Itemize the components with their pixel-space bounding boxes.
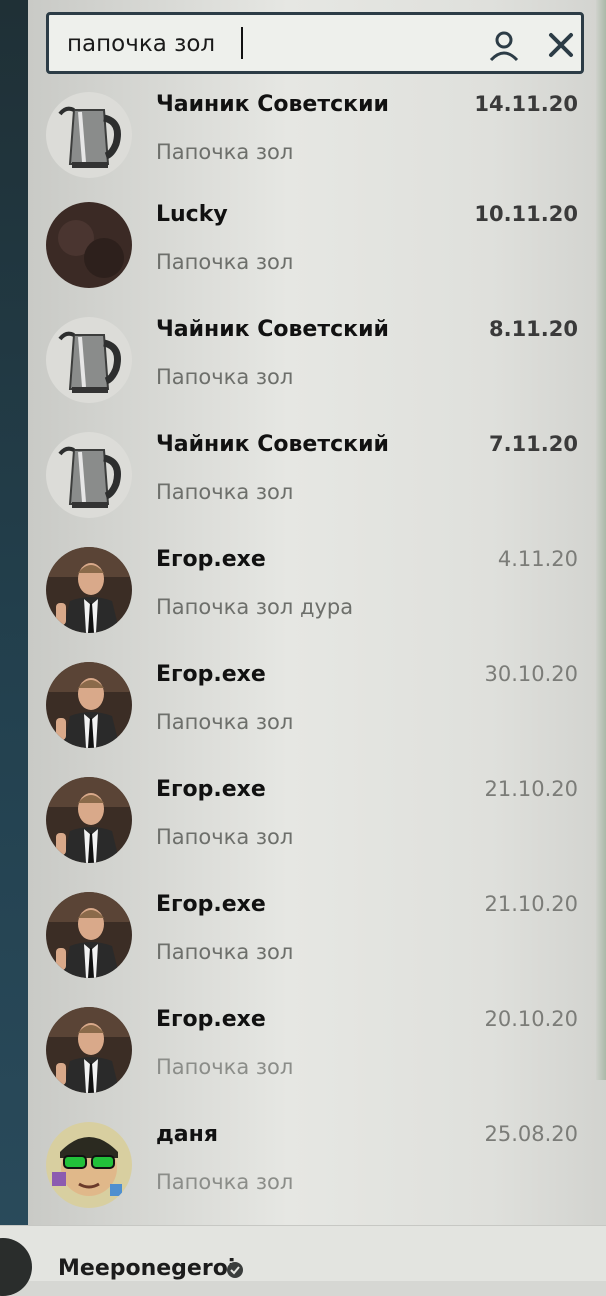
message-date: 25.08.20 — [484, 1122, 578, 1146]
avatar[interactable] — [46, 662, 132, 748]
chat-name: Егор.exe — [156, 662, 266, 687]
avatar[interactable] — [46, 92, 132, 178]
man-avatar-icon — [46, 777, 132, 863]
message-preview: Папочка зол — [156, 825, 294, 849]
list-item[interactable]: Егор.exe 20.10.20 Папочка зол — [28, 995, 606, 1110]
message-date: 14.11.20 — [474, 92, 578, 116]
list-item[interactable]: Чайник Советский 8.11.20 Папочка зол — [28, 305, 606, 420]
avatar[interactable] — [46, 892, 132, 978]
kettle-avatar-icon — [46, 92, 132, 178]
message-preview: Папочка зол — [156, 250, 294, 274]
list-item[interactable]: Егор.exe 21.10.20 Папочка зол — [28, 880, 606, 995]
close-icon[interactable] — [543, 27, 579, 63]
chat-name: Егор.exe — [156, 777, 266, 802]
man-avatar-icon — [46, 1007, 132, 1093]
man-avatar-icon — [46, 892, 132, 978]
chat-name: Чайник Советский — [156, 317, 389, 342]
message-preview: Папочка зол — [156, 480, 294, 504]
chat-name: Чайник Советский — [156, 432, 389, 457]
message-preview: Папочка зол — [156, 710, 294, 734]
message-date: 21.10.20 — [484, 892, 578, 916]
man-avatar-icon — [46, 662, 132, 748]
account-name: Meeponegeroi — [58, 1256, 236, 1281]
chat-name: Lucky — [156, 202, 228, 227]
list-item[interactable]: Егор.exe 30.10.20 Папочка зол — [28, 650, 606, 765]
text-caret — [241, 27, 243, 59]
message-preview: Папочка зол дура — [156, 595, 354, 619]
avatar[interactable] — [46, 547, 132, 633]
message-date: 20.10.20 — [484, 1007, 578, 1031]
message-preview: Папочка зол — [156, 1170, 294, 1194]
list-item[interactable]: Егор.exe 4.11.20 Папочка зол дура — [28, 535, 606, 650]
account-bar[interactable]: Meeponegeroi — [0, 1225, 606, 1296]
list-item[interactable]: даня 25.08.20 Папочка зол — [28, 1110, 606, 1225]
list-item[interactable]: Егор.exe 21.10.20 Папочка зол — [28, 765, 606, 880]
message-preview: Папочка зол — [156, 940, 294, 964]
person-icon[interactable] — [487, 29, 521, 63]
sidebar-strip — [0, 0, 28, 1280]
dark-avatar-icon — [46, 202, 132, 288]
message-preview: Папочка зол — [156, 365, 294, 389]
message-date: 4.11.20 — [497, 547, 578, 571]
message-date: 10.11.20 — [474, 202, 578, 226]
list-item[interactable]: Чаиник Советскии 14.11.20 Папочка зол — [28, 80, 606, 190]
chat-name: Егор.exe — [156, 547, 266, 572]
chat-name: Егор.exe — [156, 1007, 266, 1032]
chat-name: даня — [156, 1122, 218, 1147]
message-date: 30.10.20 — [484, 662, 578, 686]
avatar[interactable] — [46, 202, 132, 288]
avatar[interactable] — [46, 317, 132, 403]
message-date: 7.11.20 — [488, 432, 578, 456]
search-results-panel: Чаиник Советскии14.11.20Папочка золLucky… — [28, 0, 606, 1225]
avatar[interactable] — [46, 432, 132, 518]
avatar[interactable] — [46, 1122, 132, 1208]
avatar[interactable] — [46, 777, 132, 863]
kettle-avatar-icon — [46, 432, 132, 518]
sunglasses-avatar-icon — [46, 1122, 132, 1208]
list-item[interactable]: Чайник Советский 7.11.20 Папочка зол — [28, 420, 606, 535]
message-date: 8.11.20 — [488, 317, 578, 341]
avatar[interactable] — [46, 1007, 132, 1093]
message-preview: Папочка зол — [156, 140, 294, 164]
results-list: Чаиник Советскии 14.11.20 Папочка зол Lucky… — [28, 90, 606, 1225]
kettle-avatar-icon — [46, 317, 132, 403]
search-input[interactable] — [67, 27, 447, 61]
message-date: 21.10.20 — [484, 777, 578, 801]
verified-icon — [227, 1262, 243, 1278]
search-box[interactable] — [46, 12, 584, 74]
message-preview: Папочка зол — [156, 1055, 294, 1079]
avatar[interactable] — [0, 1238, 32, 1296]
chat-name: Егор.exe — [156, 892, 266, 917]
man-avatar-icon — [46, 547, 132, 633]
chat-name: Чаиник Советскии — [156, 92, 389, 117]
list-item[interactable]: Lucky 10.11.20 Папочка зол — [28, 190, 606, 305]
